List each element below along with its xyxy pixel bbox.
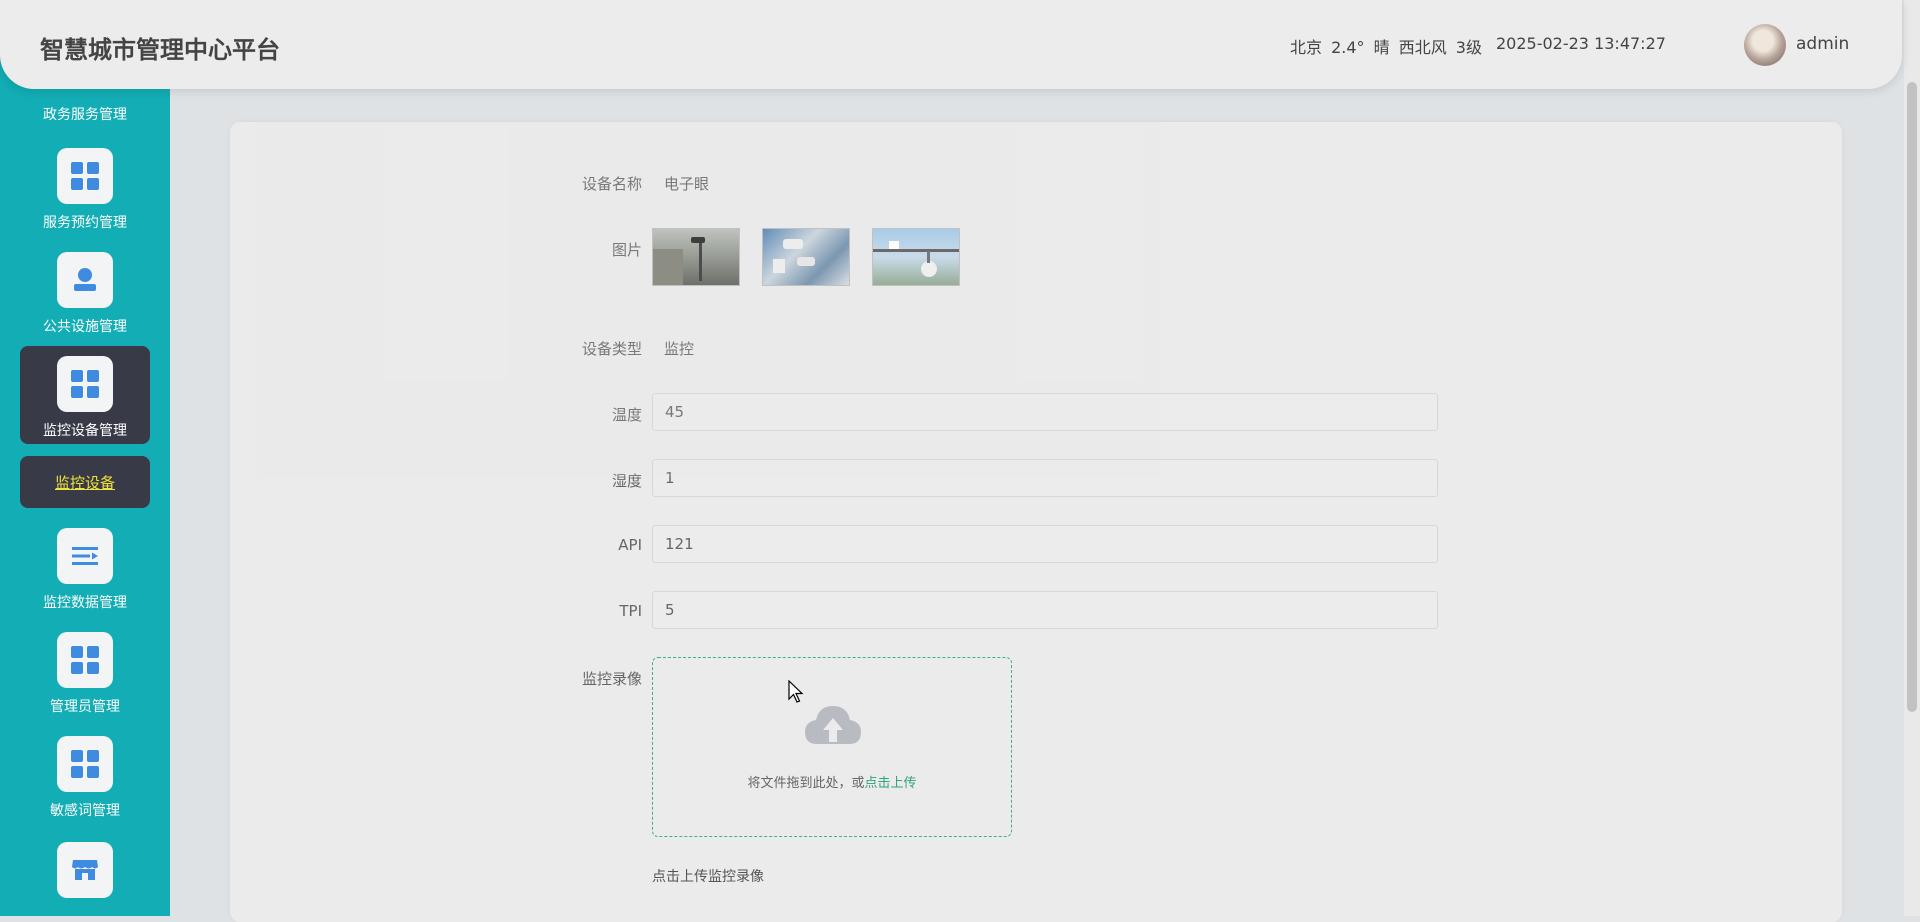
device-name-label: 设备名称 xyxy=(581,175,642,193)
grid-icon xyxy=(57,736,113,792)
temperature-input[interactable]: 45 xyxy=(652,393,1438,431)
sidebar-item-monitor-devices[interactable]: 监控设备管理 xyxy=(0,356,170,440)
humidity-label: 湿度 xyxy=(611,472,642,490)
weather-info: 北京 2.4° 晴 西北风 3级 xyxy=(1290,38,1482,57)
sidebar-item-sensitive-words[interactable]: 敏感词管理 xyxy=(0,736,170,820)
device-image-2[interactable] xyxy=(762,228,850,286)
sidebar-item-label: 监控设备管理 xyxy=(43,423,127,439)
upload-instruction: 将文件拖到此处，或点击上传 xyxy=(653,772,1011,791)
api-input[interactable]: 121 xyxy=(652,525,1438,563)
app-title: 智慧城市管理中心平台 xyxy=(40,36,280,64)
sidebar-item-label: 公共设施管理 xyxy=(43,319,127,335)
submenu-item-monitor-device[interactable]: 监控设备 xyxy=(20,456,150,508)
video-label: 监控录像 xyxy=(581,670,642,688)
sidebar-item-partial[interactable]: 政务服务管理 xyxy=(0,104,170,124)
datetime: 2025-02-23 13:47:27 xyxy=(1496,34,1666,53)
sidebar-item-label: 管理员管理 xyxy=(50,699,120,715)
username[interactable]: admin xyxy=(1796,34,1849,54)
upload-hint: 点击上传监控录像 xyxy=(652,869,764,885)
tpi-input[interactable]: 5 xyxy=(652,591,1438,629)
submenu-item-label: 监控设备 xyxy=(54,473,115,492)
top-header: 智慧城市管理中心平台 北京 2.4° 晴 西北风 3级 2025-02-23 1… xyxy=(0,0,1902,89)
sidebar: 政务服务管理 服务预约管理 公共设施管理 监控设备管理 监控设备 监控数据管理 … xyxy=(0,0,170,916)
sidebar-item-label: 敏感词管理 xyxy=(50,803,120,819)
device-type-value: 监控 xyxy=(664,340,695,358)
grid-icon xyxy=(57,356,113,412)
sidebar-item-public-facilities[interactable]: 公共设施管理 xyxy=(0,252,170,336)
store-icon xyxy=(57,842,113,898)
grid-icon xyxy=(57,148,113,204)
device-type-label: 设备类型 xyxy=(581,340,642,358)
avatar[interactable] xyxy=(1744,24,1786,66)
mouse-cursor-icon xyxy=(788,680,804,703)
temperature-label: 温度 xyxy=(611,406,642,424)
api-label: API xyxy=(618,536,642,554)
sidebar-item-monitor-data[interactable]: 监控数据管理 xyxy=(0,528,170,612)
device-detail-form: 设备名称 电子眼 图片 设备类型 监控 温度 湿度 API TPI 监控录像 xyxy=(230,122,1842,922)
sidebar-item-label: 监控数据管理 xyxy=(43,595,127,611)
scrollbar-thumb[interactable] xyxy=(1907,82,1917,712)
upload-click-link[interactable]: 点击上传 xyxy=(865,776,917,791)
sidebar-item-store[interactable] xyxy=(0,842,170,898)
grid-icon xyxy=(57,632,113,688)
humidity-input[interactable]: 1 xyxy=(652,459,1438,497)
video-upload-dropzone[interactable]: 将文件拖到此处，或点击上传 xyxy=(652,657,1012,837)
person-icon xyxy=(57,252,113,308)
upload-drop-text: 将文件拖到此处，或 xyxy=(747,776,865,791)
sidebar-item-label: 服务预约管理 xyxy=(43,215,127,231)
device-image-3[interactable] xyxy=(872,228,960,286)
device-name-value: 电子眼 xyxy=(664,175,710,193)
page-scrollbar[interactable] xyxy=(1904,0,1920,916)
sidebar-item-service-booking[interactable]: 服务预约管理 xyxy=(0,148,170,232)
device-image-1[interactable] xyxy=(652,228,740,286)
list-icon xyxy=(57,528,113,584)
cloud-upload-icon xyxy=(805,706,861,744)
sidebar-item-admin[interactable]: 管理员管理 xyxy=(0,632,170,716)
images-label: 图片 xyxy=(611,241,642,259)
tpi-label: TPI xyxy=(619,602,642,620)
sidebar-item-label: 政务服务管理 xyxy=(43,107,127,123)
